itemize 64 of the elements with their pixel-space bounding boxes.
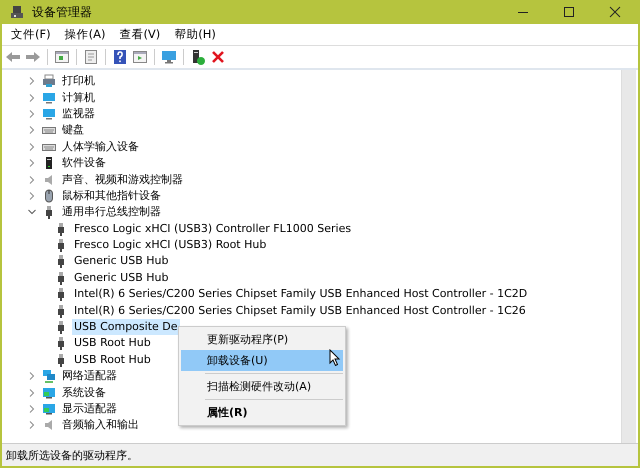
menu-item[interactable]: 更新驱动程序(P) (181, 329, 343, 350)
monitor-icon (42, 90, 56, 105)
tree-item[interactable]: USB Composite De (72, 319, 180, 336)
expand-chevron-icon[interactable] (28, 142, 36, 151)
tree-item[interactable]: USB Root Hub (72, 335, 153, 352)
expand-chevron-icon[interactable] (28, 372, 36, 380)
collapse-chevron-icon[interactable] (28, 208, 36, 216)
tree-item[interactable]: Generic USB Hub (72, 253, 170, 270)
tree-item[interactable]: 软件设备 (60, 155, 108, 172)
tree-item[interactable]: 打印机 (60, 73, 97, 90)
document-icon[interactable] (83, 49, 99, 65)
forward-icon[interactable] (25, 49, 41, 65)
tree-item[interactable]: Fresco Logic xHCI (USB3) Controller FL1000 Series (72, 220, 354, 237)
tree-item[interactable]: 通用串行总线控制器 (60, 204, 163, 220)
menu-item[interactable]: 帮助(H) (168, 27, 222, 42)
tree-item[interactable]: Intel(R) 6 Series/C200 Series Chipset Family USB Enhanced Host Controller - 1C26 (72, 302, 528, 319)
window-icon[interactable] (54, 49, 70, 65)
menu-item[interactable]: 查看(V) (113, 27, 166, 42)
expand-chevron-icon[interactable] (28, 159, 36, 168)
expand-chevron-icon[interactable] (28, 176, 36, 184)
window-icon[interactable] (132, 49, 148, 65)
menu-item[interactable]: 扫描检测硬件改动(A) (181, 376, 343, 397)
printer-icon (42, 74, 56, 88)
tree-item[interactable]: 显示适配器 (60, 401, 119, 417)
menu-item[interactable]: 操作(A) (58, 27, 112, 42)
tree-item[interactable]: 计算机 (60, 90, 97, 106)
tree-item[interactable]: Generic USB Hub (72, 270, 170, 286)
expand-chevron-icon[interactable] (28, 421, 36, 430)
monitor-icon (42, 386, 56, 400)
app-icon (10, 5, 24, 19)
window-title: 设备管理器 (32, 4, 92, 20)
tree-item[interactable]: Fresco Logic xHCI (USB3) Root Hub (72, 237, 268, 254)
scrollbar[interactable] (621, 70, 636, 443)
back-icon[interactable] (5, 49, 21, 65)
tree-item[interactable]: 声音、视频和游戏控制器 (60, 172, 185, 188)
menu-item[interactable]: 卸载设备(U) (181, 350, 343, 371)
cursor-icon (329, 349, 341, 367)
device-add-icon[interactable] (190, 49, 206, 65)
expand-chevron-icon[interactable] (28, 94, 36, 102)
network-icon (42, 369, 56, 384)
help-icon[interactable] (112, 49, 128, 65)
expand-chevron-icon[interactable] (28, 405, 36, 413)
tree-item[interactable]: 网络适配器 (60, 368, 119, 384)
expand-chevron-icon[interactable] (28, 126, 36, 134)
monitor-icon (42, 106, 56, 121)
menu-item[interactable]: 文件(F) (5, 27, 57, 42)
tree-item[interactable]: USB Root Hub (72, 352, 153, 368)
mouse-icon (42, 188, 56, 203)
tree-item[interactable]: Intel(R) 6 Series/C200 Series Chipset Family USB Enhanced Host Controller - 1C2D (72, 286, 530, 302)
tree-item[interactable]: 系统设备 (60, 384, 108, 401)
menu-item[interactable]: 属性(R) (181, 402, 343, 423)
expand-chevron-icon[interactable] (28, 192, 36, 200)
expand-chevron-icon[interactable] (28, 110, 36, 118)
tree-item[interactable]: 键盘 (60, 122, 86, 138)
monitor-icon (42, 402, 56, 416)
monitor-icon[interactable] (161, 49, 177, 65)
delete-icon[interactable] (210, 49, 226, 65)
expand-chevron-icon[interactable] (28, 77, 36, 86)
tree-item[interactable]: 人体学输入设备 (60, 138, 141, 155)
status-text: 卸载所选设备的驱动程序。 (6, 448, 138, 462)
tree-item[interactable]: 鼠标和其他指针设备 (60, 188, 163, 204)
expand-chevron-icon[interactable] (28, 388, 36, 397)
tree-item[interactable]: 监视器 (60, 106, 97, 122)
tree-item[interactable]: 音频输入和输出 (60, 417, 141, 434)
